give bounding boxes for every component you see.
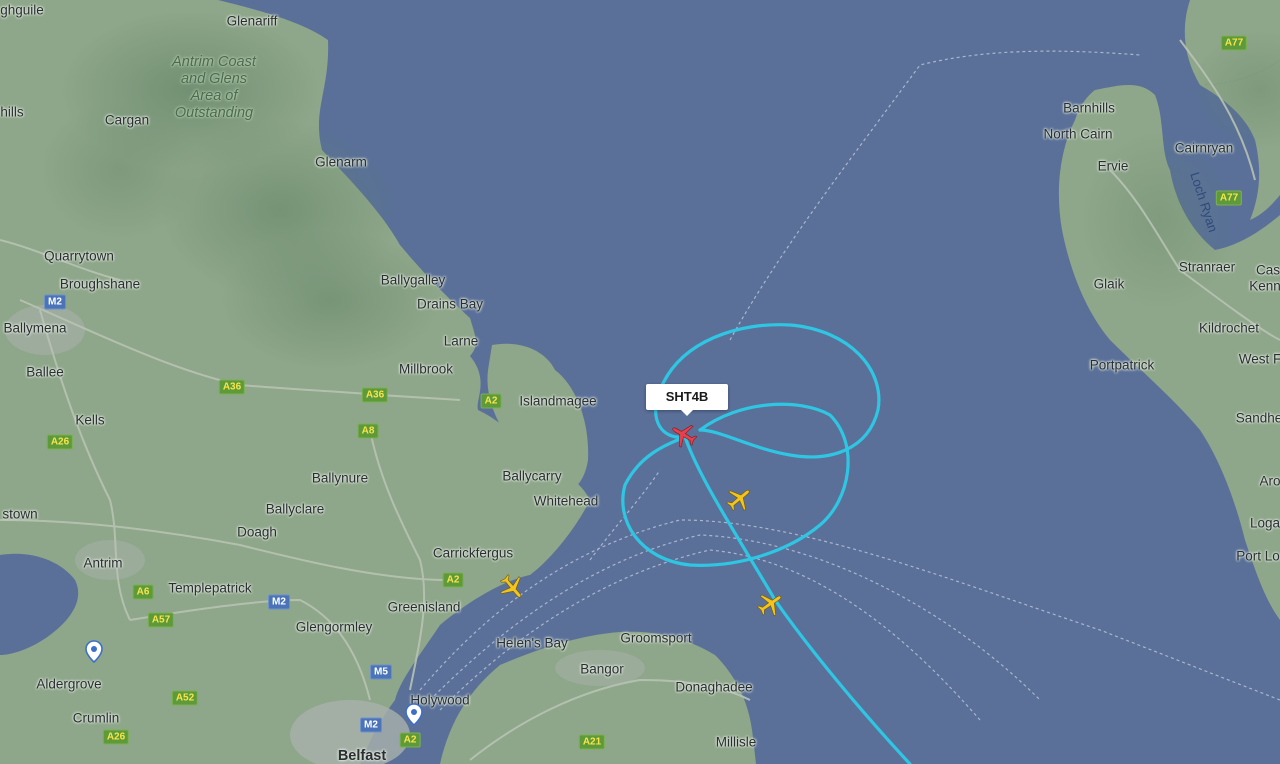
- place-label-cas: Cas: [1255, 262, 1280, 278]
- place-label-sandhe: Sandhe: [1235, 410, 1280, 426]
- place-label-glaik: Glaik: [1093, 276, 1125, 292]
- place-label-quarrytown: Quarrytown: [44, 248, 114, 264]
- place-label-stown: stown: [2, 506, 38, 522]
- place-label-aldergrove: Aldergrove: [36, 676, 102, 692]
- place-label-ballyclare: Ballyclare: [265, 501, 325, 517]
- flight-map[interactable]: ghguile Glenariff hills Cargan Glenarm Quarry…: [0, 0, 1280, 764]
- place-label-ervie: Ervie: [1097, 158, 1129, 174]
- road-shield-a57: A57: [147, 612, 175, 628]
- place-label-groomsport: Groomsport: [620, 630, 692, 646]
- place-label-bangor: Bangor: [580, 661, 624, 677]
- road-shield-a77a: A77: [1220, 35, 1248, 51]
- place-label-millisle: Millisle: [715, 734, 757, 750]
- place-label-ballee: Ballee: [26, 364, 64, 380]
- road-shield-m2b: M2: [268, 594, 290, 610]
- place-label-stranraer: Stranraer: [1178, 259, 1236, 275]
- place-label-doagh: Doagh: [237, 524, 277, 540]
- place-label-west: West F: [1238, 351, 1280, 367]
- place-label-millbrook: Millbrook: [398, 361, 454, 377]
- place-label-glenariff: Glenariff: [226, 13, 278, 29]
- place-label-donaghadee: Donaghadee: [675, 679, 753, 695]
- road-shield-a26b: A26: [102, 729, 130, 745]
- road-shield-a2b: A2: [442, 572, 464, 588]
- place-label-templepatrick: Templepatrick: [168, 580, 252, 596]
- place-label-kenn: Kenn: [1249, 278, 1280, 294]
- aircraft-icon[interactable]: [724, 484, 754, 514]
- aldergrove-pin-icon[interactable]: [84, 640, 104, 664]
- road-shield-a2a: A2: [480, 393, 502, 409]
- place-label-hills: hills: [0, 104, 24, 120]
- place-label-loga: Loga: [1249, 515, 1280, 531]
- place-label-ballymena: Ballymena: [3, 320, 67, 336]
- place-label-carrickfergus: Carrickfergus: [432, 545, 514, 561]
- road-shield-a6: A6: [132, 584, 154, 600]
- belfast-city-airport-pin-icon[interactable]: [404, 703, 424, 727]
- place-label-cargan: Cargan: [104, 112, 150, 128]
- place-label-antrim: Antrim: [83, 555, 123, 571]
- place-label-portpatrick: Portpatrick: [1089, 357, 1155, 373]
- aircraft-icon[interactable]: [755, 589, 785, 619]
- road-shield-a8: A8: [357, 423, 379, 439]
- place-label-broughshane: Broughshane: [59, 276, 141, 292]
- road-shield-a26a: A26: [46, 434, 74, 450]
- place-label-greenisland: Greenisland: [387, 599, 461, 615]
- road-shield-m5: M5: [370, 664, 392, 680]
- place-label-portlo: Port Lo: [1236, 548, 1280, 564]
- aircraft-icon[interactable]: [497, 572, 527, 602]
- place-label-kildrochet: Kildrochet: [1198, 320, 1260, 336]
- place-label-belfast: Belfast: [337, 748, 387, 764]
- place-label-aro: Aro: [1259, 473, 1280, 489]
- place-label-crumlin: Crumlin: [72, 710, 120, 726]
- road-shield-a2c: A2: [399, 732, 421, 748]
- place-label-barnhills: Barnhills: [1063, 100, 1115, 116]
- place-label-cairnryan: Cairnryan: [1174, 140, 1234, 156]
- road-shield-m2c: M2: [360, 717, 382, 733]
- callsign-tag[interactable]: SHT4B: [646, 384, 728, 416]
- road-shield-a21: A21: [578, 734, 606, 750]
- place-label-glenarm: Glenarm: [315, 154, 367, 170]
- road-shield-a52: A52: [171, 690, 199, 706]
- place-label-glengormley: Glengormley: [295, 619, 373, 635]
- place-label-drainsbay: Drains Bay: [416, 296, 484, 312]
- selected-aircraft-icon[interactable]: [669, 420, 699, 450]
- place-label-larne: Larne: [443, 333, 479, 349]
- place-label-ghguile: ghguile: [0, 2, 44, 18]
- place-label-kells: Kells: [75, 412, 105, 428]
- place-label-northcairn: North Cairn: [1043, 126, 1113, 142]
- road-shield-a36a: A36: [218, 379, 246, 395]
- place-label-ballycarry: Ballycarry: [502, 468, 562, 484]
- place-label-whitehead: Whitehead: [533, 493, 599, 509]
- road-shield-m2a: M2: [44, 294, 66, 310]
- place-label-islandmagee: Islandmagee: [519, 393, 597, 409]
- place-label-ballygalley: Ballygalley: [380, 272, 446, 288]
- road-shield-a77b: A77: [1215, 190, 1243, 206]
- road-shield-a36b: A36: [361, 387, 389, 403]
- place-label-helensbay: Helen's Bay: [496, 635, 568, 651]
- place-label-ballynure: Ballynure: [311, 470, 369, 486]
- park-label: Antrim Coast and Glens Area of Outstandi…: [172, 54, 256, 121]
